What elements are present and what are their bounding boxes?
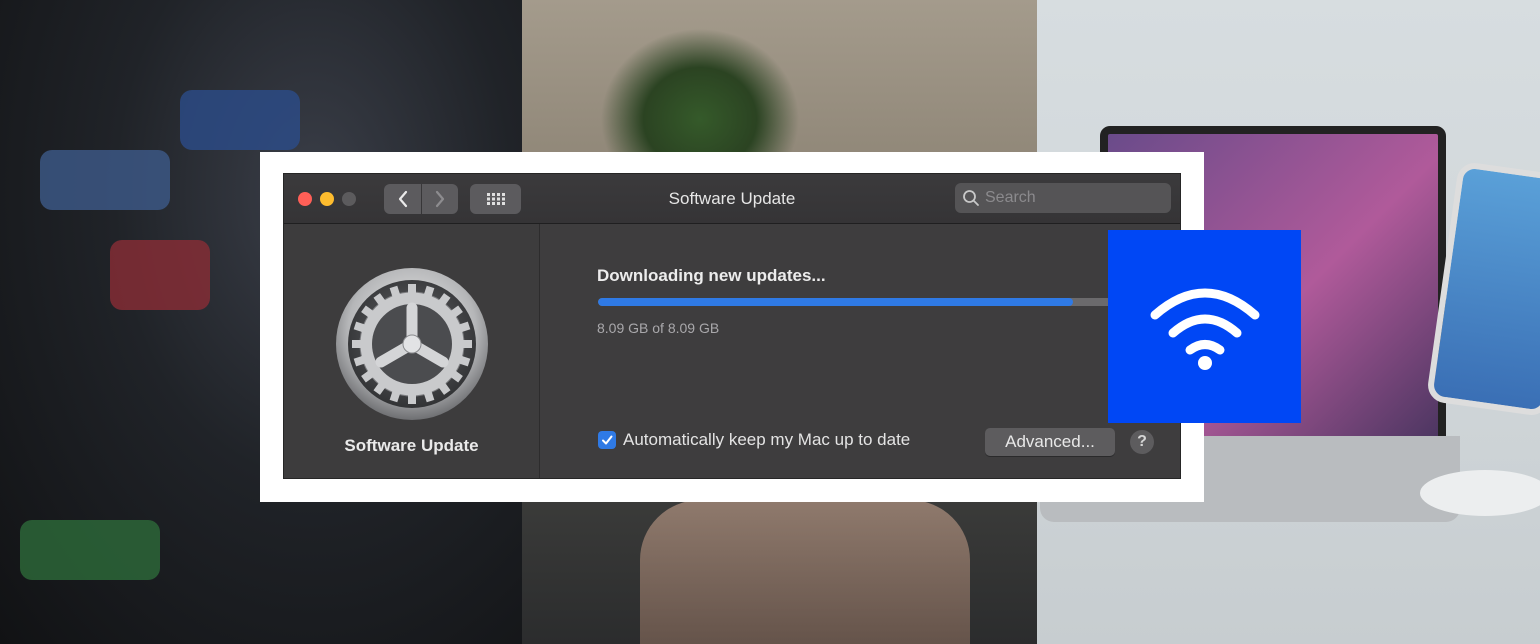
- auto-update-checkbox[interactable]: [598, 431, 616, 449]
- blurred-app-tile: [40, 150, 170, 210]
- blurred-app-tile: [180, 90, 300, 150]
- download-size-text: 8.09 GB of 8.09 GB: [597, 320, 720, 336]
- window-title: Software Update: [668, 189, 796, 208]
- hands-photo-detail: [640, 500, 970, 644]
- gear-icon: [336, 268, 488, 420]
- stand-photo-detail: [1420, 470, 1540, 516]
- search-field[interactable]: [955, 183, 1171, 213]
- checkmark-icon: [602, 435, 613, 445]
- show-all-button[interactable]: [470, 184, 521, 214]
- minimize-button[interactable]: [320, 192, 334, 206]
- sidebar: Software Update: [284, 224, 540, 478]
- search-icon: [963, 190, 979, 206]
- download-status: Downloading new updates...: [597, 266, 826, 285]
- sidebar-label: Software Update: [344, 436, 479, 455]
- wifi-badge: [1108, 230, 1301, 423]
- forward-button[interactable]: [422, 184, 458, 214]
- software-update-window: Software Update Search Software Update D…: [284, 174, 1180, 478]
- update-panel: Downloading new updates... 8.09 GB of 8.…: [540, 224, 1180, 478]
- download-progress-bar: [598, 298, 1126, 306]
- blurred-app-tile: [110, 240, 210, 310]
- plant-photo-detail: [600, 28, 800, 158]
- advanced-button[interactable]: Advanced...: [985, 428, 1115, 456]
- grid-icon: [486, 193, 505, 205]
- blurred-app-tile: [20, 520, 160, 580]
- zoom-button[interactable]: [342, 192, 356, 206]
- download-progress-fill: [598, 298, 1074, 306]
- search-input[interactable]: [985, 183, 1165, 213]
- chevron-right-icon: [435, 190, 445, 208]
- wifi-icon: [1150, 288, 1259, 370]
- title-bar: Software Update: [284, 174, 1180, 224]
- back-button[interactable]: [384, 184, 421, 214]
- auto-update-label: Automatically keep my Mac up to date: [623, 430, 911, 449]
- close-button[interactable]: [298, 192, 312, 206]
- chevron-left-icon: [398, 190, 407, 208]
- auto-update-option[interactable]: Automatically keep my Mac up to date: [598, 430, 910, 450]
- help-button[interactable]: ?: [1130, 430, 1154, 454]
